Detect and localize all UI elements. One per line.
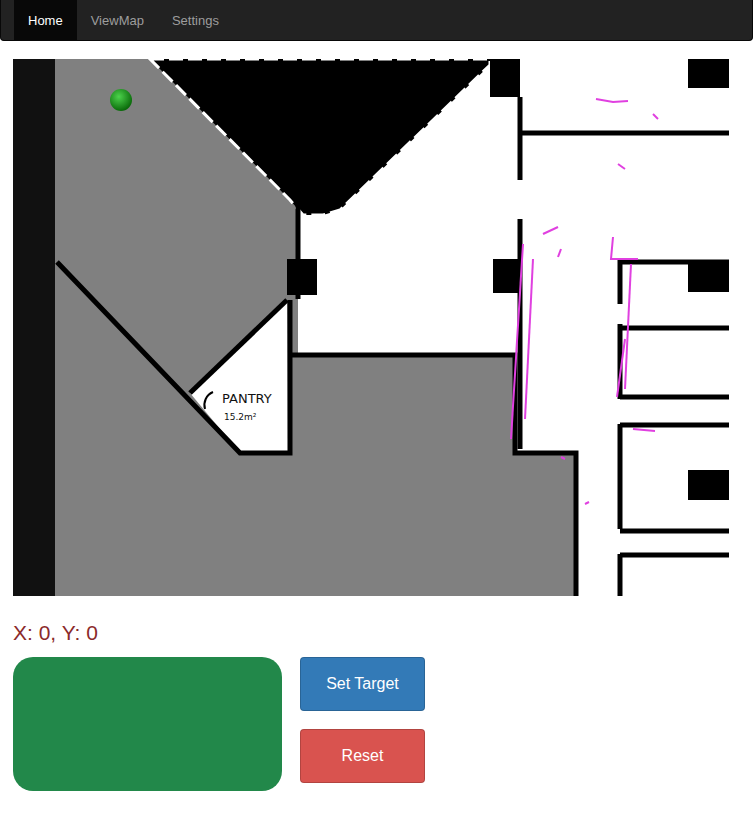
map-label: PANTRY	[222, 391, 272, 406]
control-row: Set Target Reset	[13, 657, 740, 791]
robot-marker-icon	[110, 89, 132, 111]
navbar: HomeViewMapSettings	[0, 0, 753, 41]
nav-tab[interactable]: Settings	[158, 0, 233, 40]
action-button[interactable]: Set Target	[300, 657, 425, 711]
content: PANTRY 15.2m² X: 0, Y: 0 Set Target Reset	[0, 41, 753, 791]
map-label: 15.2m²	[224, 412, 257, 422]
nav-tab[interactable]: Home	[14, 0, 77, 40]
nav-tab[interactable]: ViewMap	[77, 0, 158, 40]
laser-scan	[511, 99, 658, 504]
joystick-pad[interactable]	[13, 657, 282, 791]
button-column: Set Target Reset	[300, 657, 425, 791]
action-button[interactable]: Reset	[300, 729, 425, 783]
position-readout: X: 0, Y: 0	[13, 620, 740, 646]
map[interactable]: PANTRY 15.2m²	[13, 59, 729, 596]
